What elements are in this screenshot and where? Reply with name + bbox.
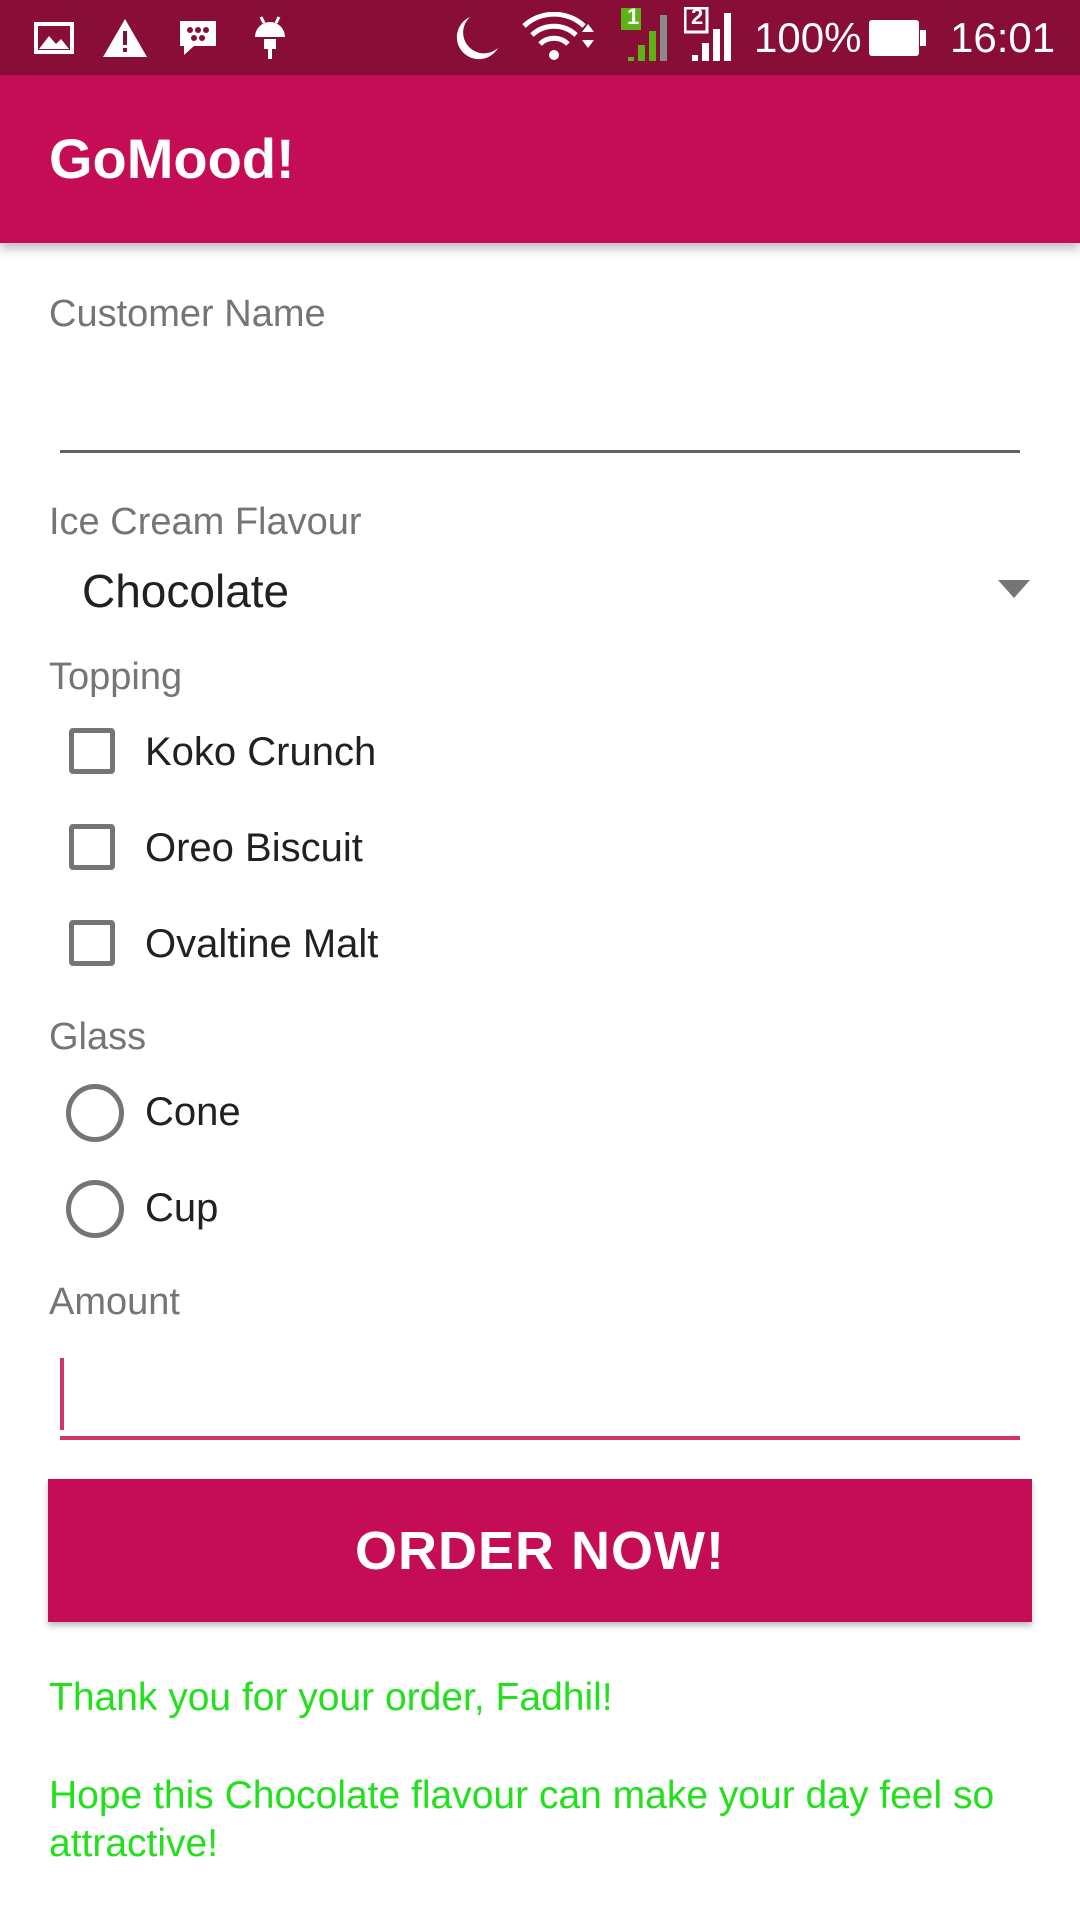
topping-option-label: Ovaltine Malt xyxy=(145,922,379,966)
clock: 16:01 xyxy=(950,14,1056,61)
sim1-label: 1 xyxy=(627,4,640,29)
battery-icon xyxy=(868,14,928,62)
app-title: GoMood! xyxy=(49,127,295,190)
android-icon xyxy=(252,14,288,62)
status-bar: 1 2 100% 16:01 xyxy=(0,0,1080,75)
warning-icon xyxy=(102,14,148,62)
glass-option-cup[interactable]: Cup xyxy=(66,1178,666,1238)
topping-option-oreo-biscuit[interactable]: Oreo Biscuit xyxy=(66,818,666,878)
app-screen: 1 2 100% 16:01 GoMood! Customer Name Ice xyxy=(0,0,1080,1920)
topping-option-koko-crunch[interactable]: Koko Crunch xyxy=(66,722,666,782)
wifi-icon xyxy=(522,12,598,62)
sim2-label: 2 xyxy=(691,4,704,29)
amount-input[interactable] xyxy=(60,1358,1020,1428)
customer-name-label: Customer Name xyxy=(49,293,326,335)
topping-option-label: Koko Crunch xyxy=(145,730,377,774)
flavour-spinner[interactable]: Chocolate xyxy=(60,555,1030,625)
customer-name-underline xyxy=(60,450,1020,453)
amount-underline xyxy=(60,1436,1020,1440)
bbm-icon xyxy=(176,14,220,62)
amount-label: Amount xyxy=(49,1281,180,1323)
hope-message: Hope this Chocolate flavour can make you… xyxy=(49,1774,995,1865)
glass-option-label: Cup xyxy=(145,1186,219,1230)
glass-option-label: Cone xyxy=(145,1090,241,1134)
topping-option-ovaltine-malt[interactable]: Ovaltine Malt xyxy=(66,914,666,974)
order-now-button[interactable]: ORDER NOW! xyxy=(48,1479,1032,1622)
glass-option-cone[interactable]: Cone xyxy=(66,1082,666,1142)
thank-you-message: Thank you for your order, Fadhil! xyxy=(49,1676,613,1719)
topping-option-label: Oreo Biscuit xyxy=(145,826,363,870)
glass-label: Glass xyxy=(49,1016,147,1058)
topping-label: Topping xyxy=(49,656,183,698)
text-cursor xyxy=(60,1358,64,1430)
customer-name-input[interactable] xyxy=(60,388,1020,444)
gallery-icon xyxy=(34,14,74,62)
flavour-selected-value: Chocolate xyxy=(82,565,290,617)
dropdown-arrow-icon xyxy=(998,580,1030,603)
battery-percent: 100% xyxy=(754,14,862,61)
flavour-label: Ice Cream Flavour xyxy=(49,501,362,543)
checkbox-icon[interactable] xyxy=(69,920,115,966)
checkbox-icon[interactable] xyxy=(69,728,115,774)
moon-icon xyxy=(448,14,502,62)
radio-button-icon[interactable] xyxy=(66,1084,124,1142)
app-bar: GoMood! xyxy=(0,75,1080,243)
checkbox-icon[interactable] xyxy=(69,824,115,870)
radio-button-icon[interactable] xyxy=(66,1180,124,1238)
